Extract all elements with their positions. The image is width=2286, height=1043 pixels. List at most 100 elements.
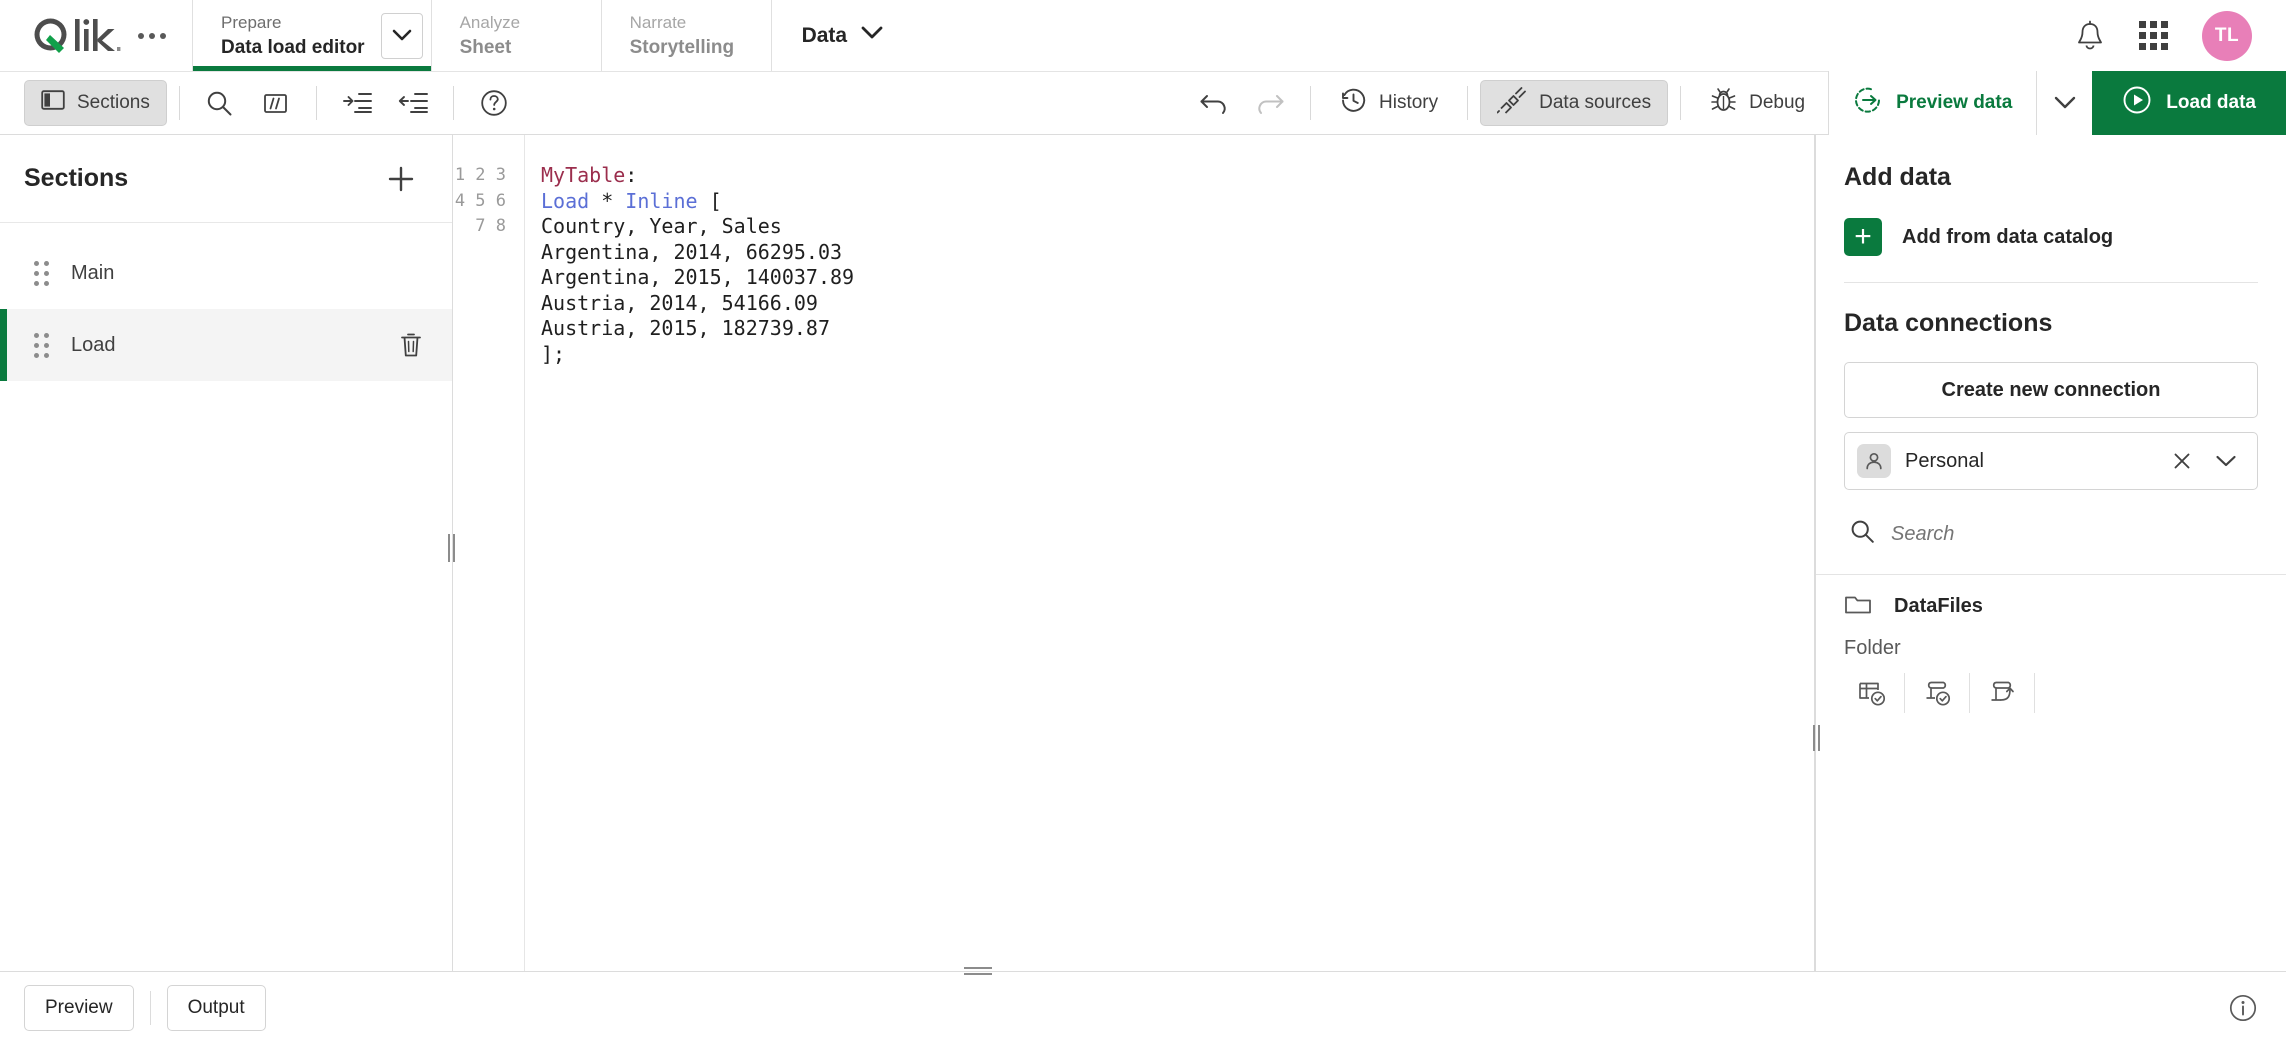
search-input[interactable]: [1891, 522, 2258, 546]
code-token: [: [697, 188, 722, 213]
output-tab-button[interactable]: Output: [166, 984, 266, 1031]
tab-analyze[interactable]: Analyze Sheet: [430, 0, 601, 71]
select-script-icon[interactable]: [1905, 670, 1969, 716]
tab-narrate-kicker: Narrate: [629, 12, 687, 32]
clear-space-icon[interactable]: [2167, 451, 2197, 471]
section-item-load[interactable]: Load: [0, 309, 452, 381]
history-button[interactable]: History: [1323, 80, 1455, 126]
data-sources-button[interactable]: Data sources: [1480, 80, 1669, 126]
preview-gear-icon: [1853, 85, 1883, 121]
preview-data-label: Preview data: [1896, 92, 2013, 113]
toolbar-divider-6: [1680, 86, 1682, 120]
code-token: Load: [541, 188, 590, 213]
workspace: Sections Main Load 1 2 3 4 5 6 7 8 MyTab…: [0, 135, 2286, 971]
debug-button[interactable]: Debug: [1693, 80, 1822, 126]
section-item-label: Load: [71, 333, 116, 356]
drag-handle-icon[interactable]: [34, 260, 49, 286]
comment-icon[interactable]: [248, 80, 304, 126]
sections-panel-resize-handle[interactable]: [447, 533, 456, 563]
avatar[interactable]: TL: [2202, 10, 2252, 61]
redo-icon[interactable]: [1242, 80, 1298, 126]
toolbar-divider-3: [452, 86, 454, 120]
debug-label: Debug: [1749, 92, 1806, 113]
code-token: Country, Year, Sales: [541, 214, 782, 238]
sections-panel: Sections Main Load: [0, 135, 456, 971]
plus-icon: +: [1844, 218, 1882, 256]
data-sources-label: Data sources: [1539, 92, 1652, 113]
preview-data-dropdown[interactable]: [2036, 71, 2093, 135]
add-from-data-catalog-button[interactable]: + Add from data catalog: [1844, 218, 2258, 256]
section-item-label: Main: [71, 261, 115, 284]
notification-bell-icon[interactable]: [2075, 20, 2105, 52]
delete-section-icon[interactable]: [394, 328, 428, 362]
info-icon[interactable]: [2228, 993, 2258, 1023]
indent-icon[interactable]: [329, 80, 385, 126]
drag-handle-icon[interactable]: [34, 332, 49, 358]
add-section-button[interactable]: [384, 162, 418, 196]
select-data-icon[interactable]: [1840, 670, 1904, 716]
tab-prepare[interactable]: Prepare Data load editor: [192, 0, 431, 71]
sections-toggle-button[interactable]: Sections: [24, 80, 167, 126]
code-token: Austria, 2014, 54166.09: [541, 290, 818, 315]
preview-tab-button[interactable]: Preview: [24, 984, 134, 1031]
search-icon: [1850, 519, 1875, 549]
space-selector-value: Personal: [1905, 449, 1984, 472]
toolbar-divider: [178, 86, 180, 120]
logo-zone: [0, 0, 192, 71]
bug-icon: [1710, 87, 1737, 120]
create-new-connection-button[interactable]: Create new connection: [1844, 362, 2258, 418]
bottom-panel-resize-handle[interactable]: [0, 967, 2286, 975]
add-data-section: Add data + Add from data catalog Data co…: [1816, 135, 2286, 562]
person-icon: [1857, 444, 1891, 478]
editor-toolbar: Sections History Data sources Debug Prev…: [0, 71, 2286, 135]
help-icon[interactable]: [466, 80, 522, 126]
search-icon[interactable]: [192, 80, 248, 126]
section-item-main[interactable]: Main: [0, 237, 452, 309]
editor-code-content[interactable]: MyTable: Load * Inline [ Country, Year, …: [525, 135, 1815, 971]
data-menu-label: Data: [801, 23, 848, 47]
code-token: *: [589, 188, 626, 213]
load-data-button[interactable]: Load data: [2092, 71, 2286, 135]
app-grid-icon[interactable]: [2139, 21, 2168, 50]
connections-search-row[interactable]: [1844, 506, 2258, 562]
plug-icon: [1496, 86, 1527, 120]
create-new-connection-label: Create new connection: [1941, 378, 2161, 401]
preview-data-button[interactable]: Preview data: [1828, 71, 2037, 135]
topbar-right: TL: [2075, 0, 2286, 71]
connection-name: DataFiles: [1894, 594, 1983, 617]
toolbar-divider-2: [315, 86, 317, 120]
sections-list: Main Load: [0, 223, 452, 381]
data-sources-panel: Add data + Add from data catalog Data co…: [1812, 135, 2286, 971]
chevron-down-icon: [861, 26, 883, 45]
toolbar-left-group: Sections: [0, 80, 522, 126]
code-token: Austria, 2015, 182739.87: [541, 316, 830, 340]
data-panel-resize-handle[interactable]: [1811, 723, 1821, 753]
space-selector[interactable]: Personal: [1844, 432, 2258, 490]
tab-analyze-kicker: Analyze: [459, 12, 521, 32]
script-editor[interactable]: 1 2 3 4 5 6 7 8 MyTable: Load * Inline […: [453, 135, 1815, 971]
code-token: :: [625, 163, 638, 187]
connection-type: Folder: [1844, 637, 1901, 659]
insert-script-icon[interactable]: [1970, 670, 2034, 716]
folder-icon: [1844, 592, 1872, 621]
history-label: History: [1379, 92, 1439, 113]
connection-item-datafiles[interactable]: DataFiles: [1816, 575, 2286, 637]
outdent-icon[interactable]: [385, 80, 441, 126]
action-divider-3: [2034, 673, 2035, 713]
chevron-down-icon[interactable]: [2211, 454, 2241, 468]
toolbar-divider-4: [1310, 86, 1312, 120]
code-token: Argentina, 2015, 140037.89: [541, 265, 855, 289]
history-clock-icon: [1340, 87, 1367, 120]
tab-narrate[interactable]: Narrate Storytelling: [600, 0, 771, 71]
add-data-title: Add data: [1844, 163, 1951, 191]
overflow-menu-icon[interactable]: [136, 27, 168, 45]
tab-narrate-name: Storytelling: [629, 36, 735, 58]
code-token: ];: [541, 341, 566, 366]
prepare-dropdown-button[interactable]: [380, 12, 423, 59]
qlik-logo-icon[interactable]: [30, 15, 122, 57]
sections-panel-title: Sections: [24, 164, 129, 192]
data-menu-button[interactable]: Data: [770, 0, 914, 71]
editor-line-numbers: 1 2 3 4 5 6 7 8: [453, 135, 525, 971]
bottom-divider: [149, 990, 151, 1025]
undo-icon[interactable]: [1186, 80, 1242, 126]
